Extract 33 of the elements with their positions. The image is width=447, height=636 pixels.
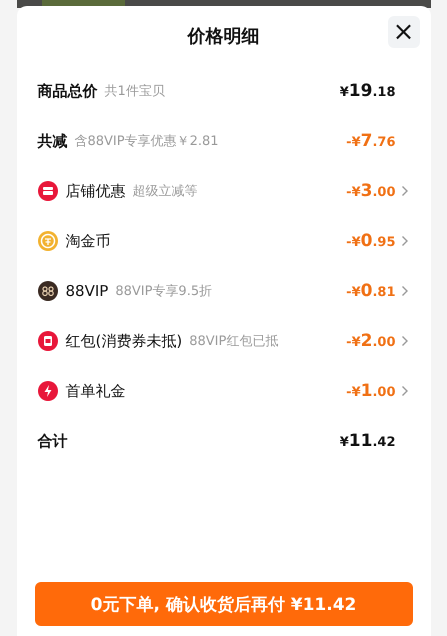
amount: ¥11.42 bbox=[340, 431, 396, 451]
chevron-icon[interactable] bbox=[400, 185, 408, 197]
row-note: 88VIP专享9.5折 bbox=[115, 283, 212, 300]
envelope-icon bbox=[38, 331, 58, 351]
row-label: 共减 bbox=[38, 132, 68, 150]
row-label: 合计 bbox=[38, 432, 68, 450]
amount: ¥19.18 bbox=[340, 81, 396, 101]
chevron-icon[interactable] bbox=[400, 285, 408, 297]
row-label: 淘金币 bbox=[66, 232, 110, 250]
amount: -¥7.76 bbox=[346, 131, 396, 151]
row-note: 共1件宝贝 bbox=[104, 83, 165, 100]
row-label: 商品总价 bbox=[38, 82, 98, 100]
row-label: 88VIP bbox=[66, 282, 108, 300]
chevron-icon[interactable] bbox=[400, 235, 408, 247]
amount: -¥0.81 bbox=[346, 281, 396, 301]
row-label: 店铺优惠 bbox=[66, 182, 126, 200]
amount: -¥1.00 bbox=[346, 381, 396, 401]
row-label: 首单礼金 bbox=[66, 382, 126, 400]
row-note: 超级立减等 bbox=[132, 183, 198, 200]
vip-badge-icon bbox=[38, 281, 58, 301]
chevron-icon[interactable] bbox=[400, 335, 408, 347]
amount: -¥2.00 bbox=[346, 331, 396, 351]
amount: -¥0.95 bbox=[346, 231, 396, 251]
sheet-title: 价格明细 bbox=[188, 25, 260, 48]
row-label: 红包(消费券未抵) bbox=[66, 332, 182, 350]
row-note: 88VIP红包已抵 bbox=[189, 333, 278, 350]
lightning-icon bbox=[38, 381, 58, 401]
chevron-icon[interactable] bbox=[400, 385, 408, 397]
row-note: 含88VIP专享优惠￥2.81 bbox=[74, 133, 219, 150]
shop-badge-icon bbox=[38, 181, 58, 201]
coin-icon bbox=[38, 231, 58, 251]
close-button[interactable]: × bbox=[388, 16, 420, 48]
amount: -¥3.00 bbox=[346, 181, 396, 201]
